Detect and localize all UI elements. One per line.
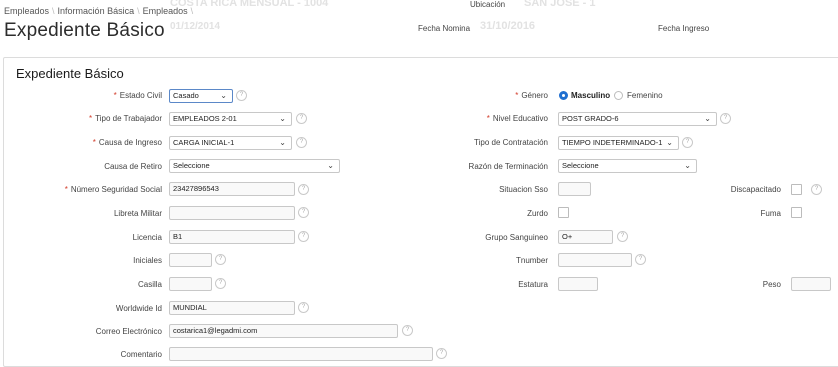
chevron-down-icon: ⌄	[220, 91, 227, 100]
libreta-militar-input[interactable]	[169, 206, 295, 220]
breadcrumb-item-empleados-current[interactable]: Empleados	[143, 6, 188, 16]
help-icon[interactable]: ?	[296, 113, 307, 124]
razon-terminacion-select[interactable]: Seleccione ⌄	[558, 159, 697, 173]
tipo-trabajador-select[interactable]: EMPLEADOS 2-01 ⌄	[169, 112, 292, 126]
genero-masculino-radio[interactable]	[559, 91, 568, 100]
causa-retiro-label: Causa de Retiro	[104, 162, 162, 171]
causa-ingreso-select[interactable]: CARGA INICIAL-1 ⌄	[169, 136, 292, 150]
casilla-input[interactable]	[169, 277, 212, 291]
genero-masculino-label[interactable]: Masculino	[571, 91, 610, 100]
estado-civil-select[interactable]: Casado ⌄	[169, 89, 233, 103]
required-mark: *	[113, 91, 117, 100]
breadcrumb-item-empleados[interactable]: Empleados	[4, 6, 49, 16]
situacion-sso-input[interactable]	[558, 182, 591, 196]
ghost-start-date: 01/12/2014	[170, 21, 221, 32]
chevron-down-icon: ⌄	[279, 138, 286, 147]
tipo-contratacion-select[interactable]: TIEMPO INDETERMINADO-1 ⌄	[558, 136, 679, 150]
estado-civil-label: * Estado Civil	[113, 91, 162, 100]
tipo-contratacion-label: Tipo de Contratación	[474, 138, 548, 147]
help-icon[interactable]: ?	[682, 137, 693, 148]
breadcrumb-item-informacion-basica[interactable]: Información Básica	[58, 6, 135, 16]
worldwide-id-input[interactable]: MUNDIAL	[169, 301, 295, 315]
breadcrumb-separator: \	[52, 6, 55, 16]
chevron-down-icon: ⌄	[684, 161, 691, 170]
iniciales-label: Iniciales	[133, 256, 162, 265]
help-icon[interactable]: ?	[811, 184, 822, 195]
help-icon[interactable]: ?	[635, 254, 646, 265]
casilla-label: Casilla	[137, 280, 162, 289]
chevron-down-icon: ⌄	[327, 161, 334, 170]
section-title: Expediente Básico	[16, 66, 124, 81]
help-icon[interactable]: ?	[298, 231, 309, 242]
help-icon[interactable]: ?	[298, 302, 309, 313]
fuma-label: Fuma	[760, 209, 781, 218]
grupo-sanguineo-input[interactable]: O+	[558, 230, 613, 244]
ghost-location-label: Ubicación	[470, 0, 506, 9]
help-icon[interactable]: ?	[215, 254, 226, 265]
help-icon[interactable]: ?	[236, 90, 247, 101]
required-mark: *	[515, 91, 519, 100]
comentario-input[interactable]	[169, 347, 433, 361]
tnumber-input[interactable]	[558, 253, 632, 267]
estatura-label: Estatura	[518, 280, 548, 289]
causa-ingreso-label: * Causa de Ingreso	[92, 138, 162, 147]
licencia-label: Licencia	[132, 233, 162, 242]
situacion-sso-label: Situacion Sso	[499, 185, 548, 194]
ghost-location-value: SAN JOSE - 1	[524, 0, 596, 9]
chevron-down-icon: ⌄	[666, 138, 673, 147]
required-mark: *	[64, 185, 68, 194]
estatura-input[interactable]	[558, 277, 598, 291]
tnumber-label: Tnumber	[515, 256, 548, 265]
help-icon[interactable]: ?	[720, 113, 731, 124]
ghost-end-label: Fecha Nomina	[418, 24, 471, 33]
discapacitado-checkbox[interactable]	[791, 184, 802, 195]
iniciales-input[interactable]	[169, 253, 212, 267]
genero-femenino-label[interactable]: Femenino	[627, 91, 663, 100]
correo-label: Correo Electrónico	[95, 327, 162, 336]
peso-label: Peso	[762, 280, 781, 289]
razon-terminacion-label: Razón de Terminación	[468, 162, 548, 171]
tipo-trabajador-label: * Tipo de Trabajador	[89, 114, 162, 123]
help-icon[interactable]: ?	[617, 231, 628, 242]
chevron-down-icon: ⌄	[279, 114, 286, 123]
breadcrumb-separator: \	[190, 6, 194, 16]
comentario-label: Comentario	[120, 350, 162, 359]
help-icon[interactable]: ?	[296, 137, 307, 148]
correo-input[interactable]: costarica1@legadmi.com	[169, 324, 398, 338]
breadcrumb-separator: \	[137, 6, 140, 16]
genero-femenino-radio[interactable]	[614, 91, 623, 100]
libreta-militar-label: Libreta Militar	[113, 209, 162, 218]
required-mark: *	[486, 114, 490, 123]
numero-seguridad-label: * Número Seguridad Social	[64, 185, 162, 194]
chevron-down-icon: ⌄	[704, 114, 711, 123]
required-mark: *	[92, 138, 96, 147]
causa-retiro-select[interactable]: Seleccione ⌄	[169, 159, 340, 173]
genero-label: * Género	[515, 91, 548, 100]
page-title: Expediente Básico	[4, 20, 165, 41]
numero-seguridad-input[interactable]: 23427896543	[169, 182, 295, 196]
breadcrumb: Empleados \ Información Básica \ Empleados \	[4, 6, 196, 16]
grupo-sanguineo-label: Grupo Sanguineo	[485, 233, 548, 242]
peso-input[interactable]	[791, 277, 831, 291]
ghost-end-value: 31/10/2016	[480, 20, 536, 32]
help-icon[interactable]: ?	[436, 348, 447, 359]
help-icon[interactable]: ?	[298, 207, 309, 218]
ghost-entry-label: Fecha Ingreso	[658, 24, 710, 33]
help-icon[interactable]: ?	[298, 184, 309, 195]
worldwide-id-label: Worldwide Id	[115, 304, 162, 313]
nivel-educativo-label: * Nivel Educativo	[486, 114, 548, 123]
licencia-input[interactable]: B1	[169, 230, 295, 244]
fuma-checkbox[interactable]	[791, 207, 802, 218]
nivel-educativo-select[interactable]: POST GRADO-6 ⌄	[558, 112, 717, 126]
required-mark: *	[89, 114, 93, 123]
zurdo-checkbox[interactable]	[558, 207, 569, 218]
zurdo-label: Zurdo	[527, 209, 548, 218]
help-icon[interactable]: ?	[215, 278, 226, 289]
help-icon[interactable]: ?	[402, 325, 413, 336]
discapacitado-label: Discapacitado	[730, 185, 781, 194]
